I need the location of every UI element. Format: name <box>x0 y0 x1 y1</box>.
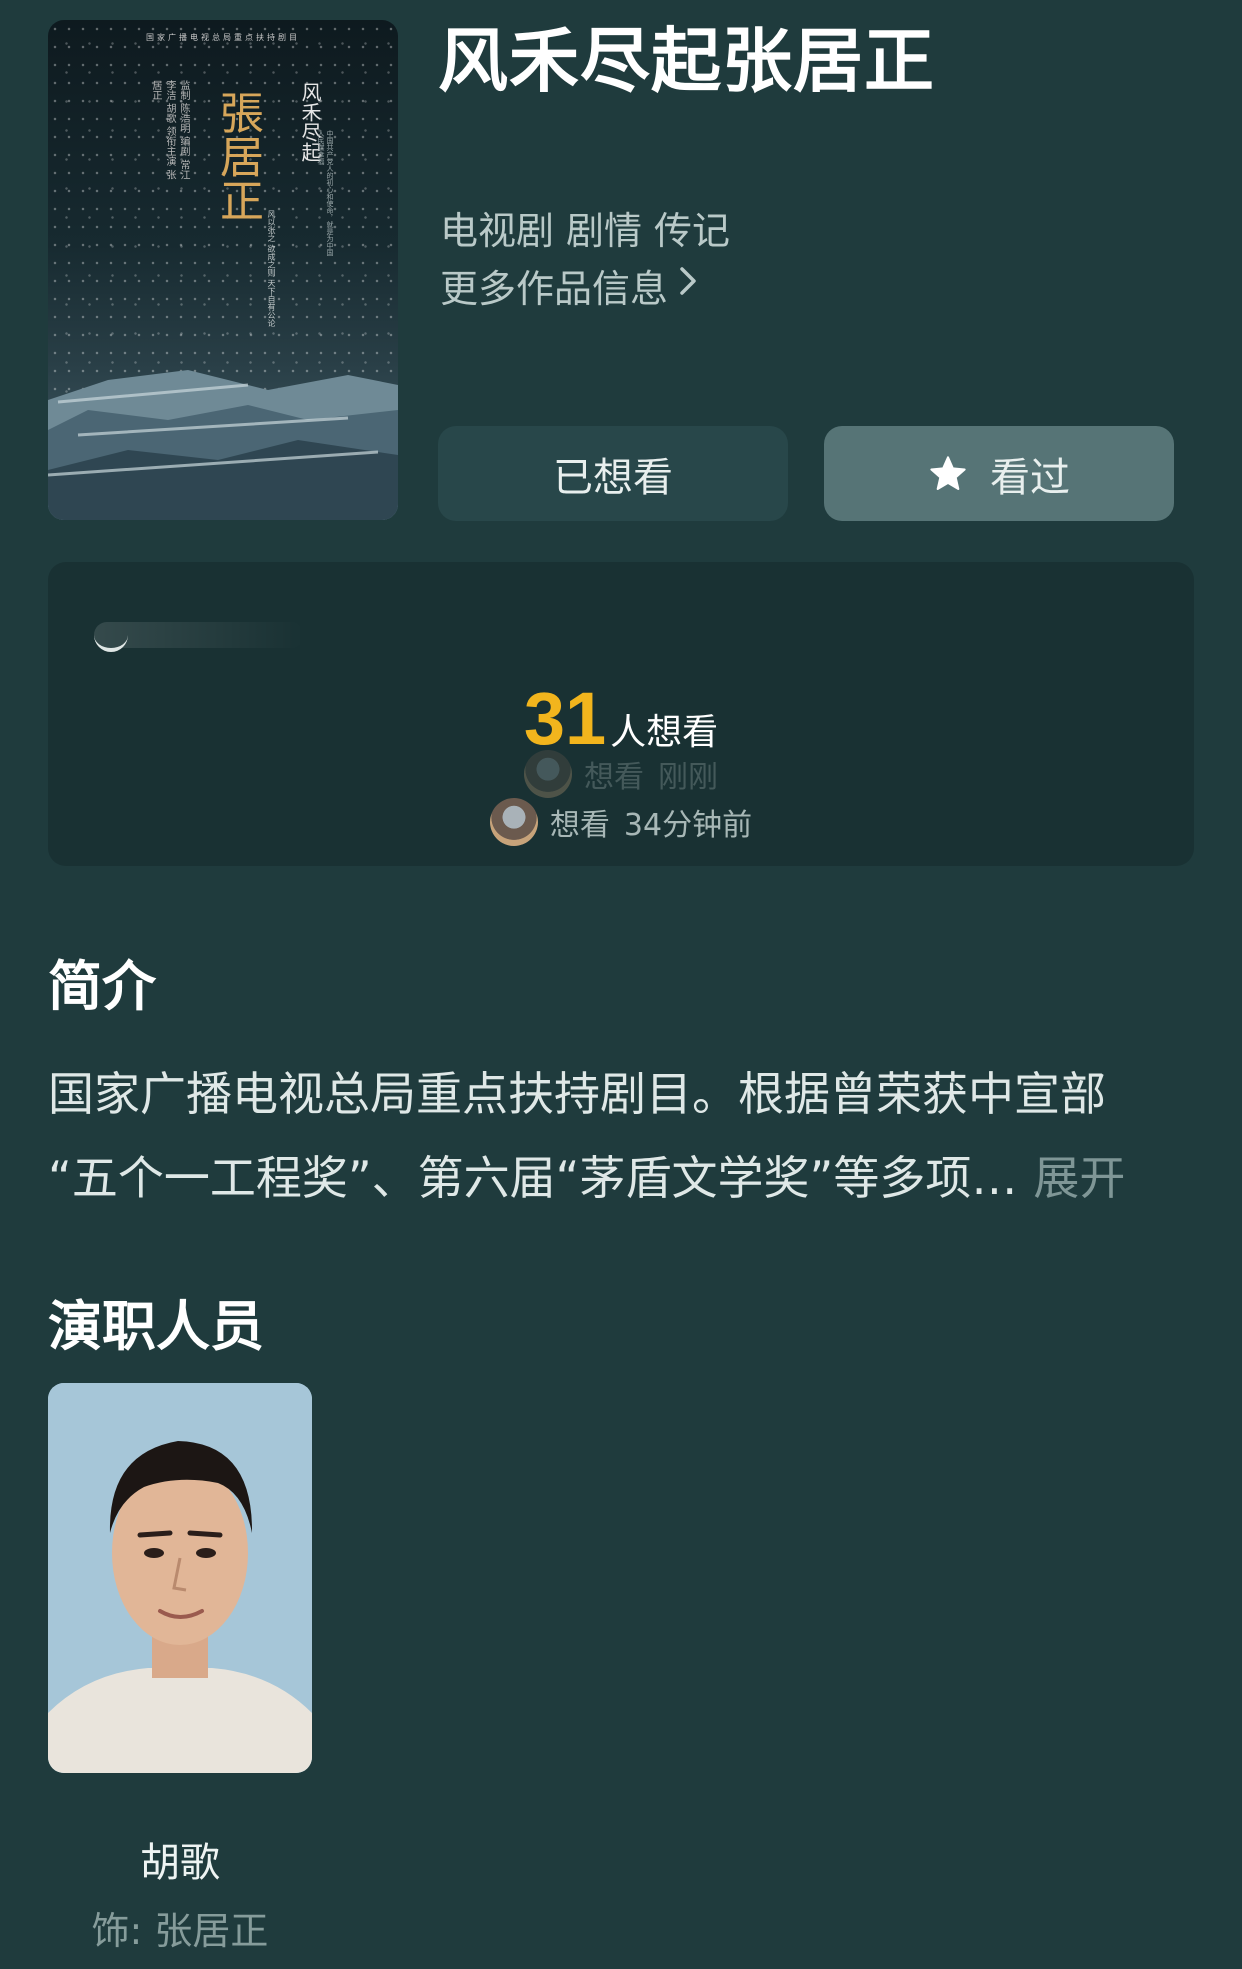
avatar <box>524 750 572 798</box>
expand-button[interactable]: 展开 <box>1033 1151 1125 1205</box>
poster-title: 張居正 <box>212 90 263 222</box>
chevron-right-icon <box>678 265 698 306</box>
star-icon <box>930 455 966 490</box>
poster-credits: 监制 陈浩明 编剧 常江 李洁 胡歌 领衔主演 张居正 <box>150 80 189 180</box>
want-to-watch-label: 已想看 <box>553 454 673 501</box>
cast-heading: 演职人员 <box>48 1295 264 1358</box>
genre-list: 电视剧 剧情 传记 <box>440 200 742 255</box>
activity-item: 想看 刚刚 <box>48 750 1194 798</box>
want-count-suffix: 人想看 <box>610 712 719 753</box>
genre-tag: 电视剧 <box>440 209 555 253</box>
activity-time: 34分钟前 <box>623 808 753 843</box>
cast-photo[interactable] <box>48 1383 312 1773</box>
poster-top-line: 国家广播电视总局重点扶持剧目 <box>146 33 300 42</box>
genre-tag: 剧情 <box>566 209 643 253</box>
intro-line: 国家广播电视总局重点扶持剧目。根据曾荣获中宣部 <box>48 1067 1106 1121</box>
want-stats-panel[interactable]: 31 人想看 想看 刚刚 想看 34分钟前 <box>48 562 1194 866</box>
more-info-label: 更多作品信息 <box>440 267 669 311</box>
genre-tag: 传记 <box>654 209 731 253</box>
want-count-row: 31 人想看 <box>48 682 1194 756</box>
page-title: 风禾尽起张居正 <box>438 20 935 102</box>
intro-text: 国家广播电视总局重点扶持剧目。根据曾荣获中宣部 “五个一工程奖”、第六届“茅盾文… <box>48 1052 1198 1220</box>
watched-button[interactable]: 看过 <box>824 426 1174 521</box>
activity-action: 想看 <box>584 760 644 795</box>
avatar <box>489 798 538 846</box>
poster-desc: 中国共产党人的初心和使命，就是为中国人民谋幸福 <box>317 130 334 256</box>
watched-label: 看过 <box>990 454 1070 501</box>
cast-role: 饰: 张居正 <box>91 1909 269 1953</box>
poster-image[interactable]: 国家广播电视总局重点扶持剧目 风禾尽起 張居正 监制 陈浩明 编剧 常江 李洁 … <box>48 20 398 520</box>
more-info-link[interactable]: 更多作品信息 <box>440 258 698 313</box>
activity-action: 想看 <box>549 808 610 843</box>
activity-time: 刚刚 <box>658 760 718 795</box>
intro-line: “五个一工程奖”、第六届“茅盾文学奖”等多项… <box>48 1151 1018 1205</box>
cast-portrait-illustration <box>48 1383 312 1773</box>
poster-roofs-illustration <box>48 370 398 520</box>
want-to-watch-button[interactable]: 已想看 <box>438 426 788 521</box>
poster-desc-2: 风以张之 欲成之则 天下自有公论 <box>267 210 276 328</box>
cast-name[interactable]: 胡歌 <box>48 1830 312 1888</box>
intro-heading: 简介 <box>48 955 156 1018</box>
activity-item: 想看 34分钟前 <box>48 798 1194 846</box>
want-count: 31 <box>523 677 607 760</box>
